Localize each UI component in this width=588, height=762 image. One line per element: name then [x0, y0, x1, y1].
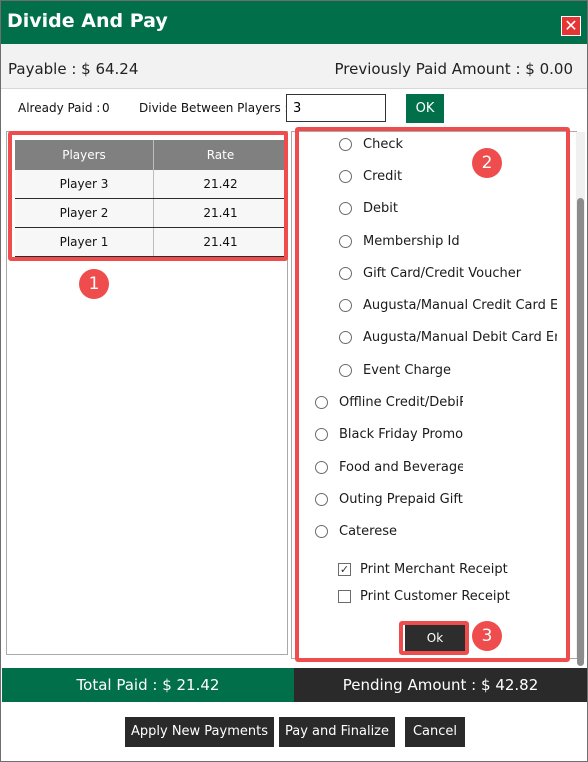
divide-between-input[interactable] [286, 94, 386, 122]
dialog-title: Divide And Pay [7, 10, 168, 32]
title-bar: Divide And Pay ✕ [1, 1, 587, 44]
previously-paid-amount: Previously Paid Amount : $ 0.00 [334, 60, 573, 78]
already-paid-value: 0 [102, 101, 110, 115]
total-paid: Total Paid : $ 21.42 [2, 668, 294, 702]
divide-and-pay-dialog: Divide And Pay ✕ Payable : $ 64.24 Previ… [0, 0, 588, 762]
already-paid-label: Already Paid : [18, 101, 101, 115]
callout-badge-3: 3 [472, 621, 502, 651]
apply-new-payments-button[interactable]: Apply New Payments [125, 717, 274, 747]
scrollbar-thumb[interactable] [577, 198, 584, 666]
payable-amount: Payable : $ 64.24 [8, 60, 139, 78]
callout-badge-1: 1 [79, 269, 109, 299]
divide-ok-button[interactable]: OK [406, 94, 444, 123]
callout-box-payment-methods [295, 127, 570, 662]
cancel-button[interactable]: Cancel [405, 717, 465, 747]
pending-amount: Pending Amount : $ 42.82 [294, 668, 587, 702]
controls-row: Already Paid : 0 Divide Between Players … [1, 89, 587, 129]
divide-between-label: Divide Between Players : [139, 101, 289, 115]
callout-badge-2: 2 [472, 148, 502, 178]
close-icon[interactable]: ✕ [561, 16, 581, 36]
callout-box-players [8, 131, 288, 261]
callout-box-ok [399, 621, 469, 655]
pay-and-finalize-button[interactable]: Pay and Finalize [279, 717, 395, 747]
summary-row: Payable : $ 64.24 Previously Paid Amount… [1, 44, 587, 89]
